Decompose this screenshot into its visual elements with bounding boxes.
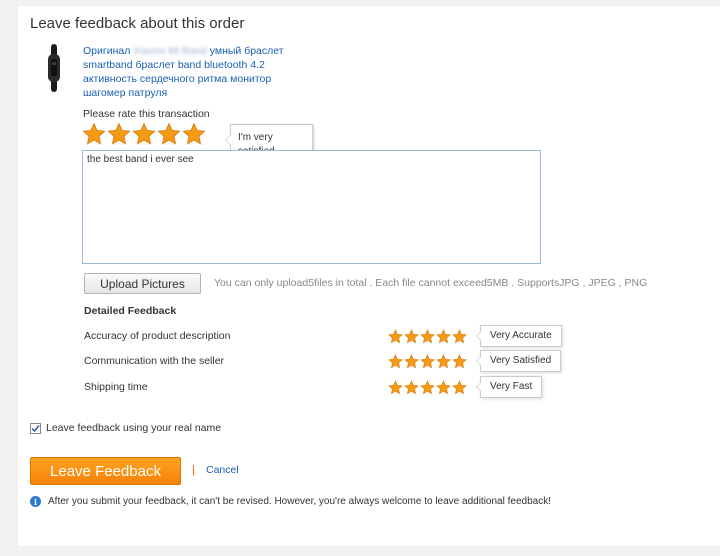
- real-name-label: Leave feedback using your real name: [46, 422, 222, 434]
- checkmark-icon: [31, 424, 40, 432]
- real-name-checkbox[interactable]: [30, 422, 41, 434]
- feedback-panel: Leave feedback about this order Оригинал…: [18, 6, 720, 546]
- cancel-link[interactable]: Cancel: [206, 464, 239, 476]
- star-icon[interactable]: [388, 329, 403, 344]
- overall-star-rating[interactable]: [82, 122, 206, 146]
- star-icon[interactable]: [132, 122, 156, 146]
- detailed-feedback-heading: Detailed Feedback: [84, 305, 177, 317]
- product-title-prefix: Оригинал: [83, 45, 131, 57]
- communication-star-rating[interactable]: [388, 354, 467, 369]
- star-icon[interactable]: [388, 354, 403, 369]
- star-icon[interactable]: [107, 122, 131, 146]
- star-icon[interactable]: [420, 329, 435, 344]
- product-thumbnail[interactable]: [42, 44, 66, 92]
- star-icon[interactable]: [436, 329, 451, 344]
- star-icon[interactable]: [436, 380, 451, 395]
- detail-label: Accuracy of product description: [84, 330, 231, 342]
- detail-row-shipping: Shipping time Very Fast: [84, 376, 564, 398]
- detail-label: Communication with the seller: [84, 355, 225, 367]
- star-icon[interactable]: [404, 354, 419, 369]
- accuracy-star-rating[interactable]: [388, 329, 467, 344]
- detail-row-accuracy: Accuracy of product description Very Acc…: [84, 325, 564, 347]
- star-icon[interactable]: [452, 354, 467, 369]
- product-title-blurred: Xiaomi Mi Band: [133, 45, 207, 57]
- upload-pictures-button[interactable]: Upload Pictures: [84, 273, 201, 294]
- star-icon[interactable]: [404, 380, 419, 395]
- shipping-tooltip: Very Fast: [475, 376, 543, 398]
- star-icon[interactable]: [420, 354, 435, 369]
- star-icon[interactable]: [182, 122, 206, 146]
- accuracy-tooltip: Very Accurate: [476, 325, 562, 347]
- notice-text: After you submit your feedback, it can't…: [48, 496, 551, 507]
- star-icon[interactable]: [404, 329, 419, 344]
- product-title-link[interactable]: Оригинал Xiaomi Mi Band умный браслет sm…: [83, 44, 293, 100]
- star-icon[interactable]: [388, 380, 403, 395]
- real-name-option[interactable]: Leave feedback using your real name: [30, 422, 221, 434]
- star-icon[interactable]: [82, 122, 106, 146]
- communication-tooltip: Very Satisfied: [475, 350, 562, 372]
- shipping-star-rating[interactable]: [388, 380, 467, 395]
- action-separator: |: [192, 464, 195, 476]
- leave-feedback-button[interactable]: Leave Feedback: [30, 457, 181, 485]
- revision-notice: i After you submit your feedback, it can…: [30, 496, 551, 507]
- star-icon[interactable]: [436, 354, 451, 369]
- detail-row-communication: Communication with the seller Very Satis…: [84, 350, 564, 372]
- page-title: Leave feedback about this order: [30, 15, 245, 32]
- star-icon[interactable]: [157, 122, 181, 146]
- star-icon[interactable]: [452, 380, 467, 395]
- upload-hint: You can only upload5files in total . Eac…: [214, 277, 648, 289]
- detail-label: Shipping time: [84, 381, 148, 393]
- star-icon[interactable]: [452, 329, 467, 344]
- rate-transaction-label: Please rate this transaction: [83, 108, 210, 120]
- star-icon[interactable]: [420, 380, 435, 395]
- info-icon: i: [30, 496, 41, 507]
- feedback-textarea[interactable]: the best band i ever see: [82, 150, 541, 264]
